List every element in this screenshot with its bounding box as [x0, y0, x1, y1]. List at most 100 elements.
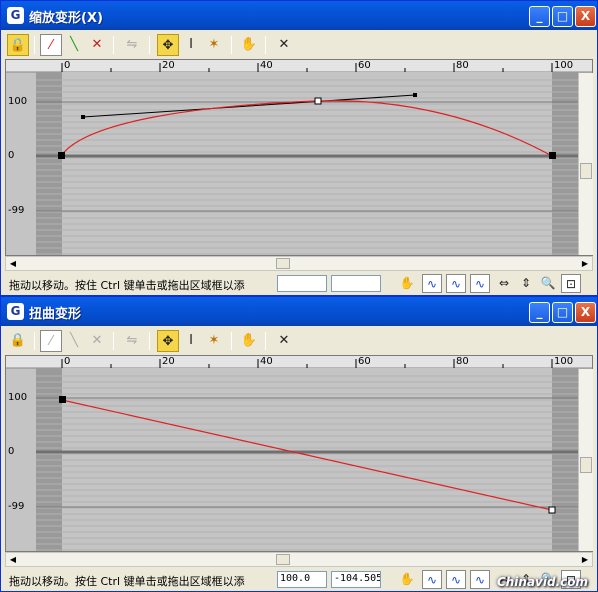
maximize-button[interactable]: □: [552, 302, 573, 323]
divider: [149, 36, 150, 54]
scroll-right-icon[interactable]: ▶: [578, 257, 592, 270]
window-title: 缩放变形(X): [29, 11, 103, 26]
pan-icon[interactable]: ✋: [397, 570, 417, 589]
divider: [265, 36, 266, 54]
minimize-button[interactable]: _: [529, 302, 550, 323]
scroll-thumb[interactable]: [276, 258, 290, 269]
ruler-label: 20: [162, 356, 175, 367]
y-axis-label: 0: [8, 446, 15, 457]
move-control-point-icon[interactable]: ✥: [157, 330, 179, 352]
ruler-label: 80: [456, 60, 469, 71]
divider: [34, 36, 35, 54]
horizontal-scrollbar[interactable]: ◀ ▶: [5, 552, 593, 567]
window-title: 扭曲变形: [29, 307, 82, 322]
zoom-vertical-icon[interactable]: ⇕: [516, 274, 536, 293]
scroll-left-icon[interactable]: ◀: [6, 553, 20, 566]
status-bar: 拖动以移动。按住 Ctrl 键单击或拖出区域框以添 ✋ ∿ ∿ ∿ ⇔ ⇕ 🔍 …: [5, 273, 595, 295]
y-axis-label: 100: [8, 96, 28, 107]
3ds-max-logo-icon: G: [7, 303, 24, 320]
watermark: Chinavid.com: [496, 575, 588, 589]
scroll-left-icon[interactable]: ◀: [6, 257, 20, 270]
divider: [231, 36, 232, 54]
display-x-axis-icon[interactable]: ⁄: [40, 34, 62, 56]
move-control-point-icon[interactable]: ✥: [157, 34, 179, 56]
y-axis-label: 100: [8, 392, 28, 403]
frame-field[interactable]: 100.0: [277, 571, 327, 588]
vertical-scrollbar[interactable]: [579, 369, 593, 551]
deformation-graph[interactable]: 0 20 40 60 80 100 100 0 -99: [5, 355, 593, 552]
display-y-axis-icon: ╲: [70, 333, 78, 348]
scale-deformation-window: G 缩放变形(X) _ □ X 🔒 ⁄ ╲ ✕ ⇋ ✥ I ✶ ✋ ✕ 0 20…: [0, 0, 598, 296]
frame-field[interactable]: [277, 275, 327, 292]
y-axis-label: -99: [8, 205, 25, 216]
zoom-extents-icon[interactable]: ∿: [422, 274, 442, 293]
title-bar[interactable]: G 缩放变形(X) _ □ X: [1, 1, 597, 30]
minimize-button[interactable]: _: [529, 6, 550, 27]
divider: [231, 332, 232, 350]
divider: [34, 332, 35, 350]
lock-aspect-icon[interactable]: 🔒: [7, 34, 29, 56]
display-y-axis-icon[interactable]: ╲: [63, 34, 85, 56]
delete-control-point-icon[interactable]: ✋: [238, 330, 260, 352]
status-text: 拖动以移动。按住 Ctrl 键单击或拖出区域框以添: [9, 279, 245, 292]
display-xy-axes-icon: ✕: [91, 333, 103, 348]
insert-point-icon[interactable]: ✶: [203, 34, 225, 56]
y-axis-label: 0: [8, 150, 15, 161]
zoom-vertical-extents-icon[interactable]: ∿: [470, 570, 490, 589]
zoom-region-icon[interactable]: ⊡: [561, 274, 581, 293]
reset-curve-icon[interactable]: ✕: [273, 34, 295, 56]
zoom-horizontal-extents-icon[interactable]: ∿: [446, 274, 466, 293]
divider: [113, 332, 114, 350]
divider: [113, 36, 114, 54]
ruler-label: 80: [456, 356, 469, 367]
value-field[interactable]: -104.505: [331, 571, 381, 588]
horizontal-scrollbar[interactable]: ◀ ▶: [5, 256, 593, 271]
ruler-label: 100: [554, 356, 574, 367]
status-text: 拖动以移动。按住 Ctrl 键单击或拖出区域框以添: [9, 575, 245, 588]
reset-curve-icon[interactable]: ✕: [273, 330, 295, 352]
close-button[interactable]: X: [575, 302, 596, 323]
scroll-thumb[interactable]: [276, 554, 290, 565]
zoom-icon[interactable]: 🔍: [538, 274, 558, 293]
close-button[interactable]: X: [575, 6, 596, 27]
title-bar[interactable]: G 扭曲变形 _ □ X: [1, 297, 597, 326]
zoom-vertical-extents-icon[interactable]: ∿: [470, 274, 490, 293]
insert-point-icon[interactable]: ✶: [203, 330, 225, 352]
divider: [149, 332, 150, 350]
display-x-axis-icon: ⁄: [40, 330, 62, 352]
swap-curves-icon[interactable]: ⇋: [121, 34, 143, 56]
y-axis-label: -99: [8, 501, 25, 512]
scroll-thumb[interactable]: [580, 457, 592, 473]
ruler-label: 0: [64, 60, 71, 71]
zoom-horizontal-extents-icon[interactable]: ∿: [446, 570, 466, 589]
ruler-label: 100: [554, 60, 574, 71]
twist-deformation-window: G 扭曲变形 _ □ X 🔒 ⁄ ╲ ✕ ⇋ ✥ I ✶ ✋ ✕ 0 20 40…: [0, 296, 598, 592]
ruler-label: 60: [358, 356, 371, 367]
zoom-horizontal-icon[interactable]: ⇔: [494, 274, 514, 293]
toolbar: 🔒 ⁄ ╲ ✕ ⇋ ✥ I ✶ ✋ ✕: [3, 31, 595, 58]
ruler-label: 20: [162, 60, 175, 71]
ruler-label: 0: [64, 356, 71, 367]
swap-curves-icon: ⇋: [126, 333, 138, 348]
graph-canvas: [6, 356, 592, 551]
pan-icon[interactable]: ✋: [397, 274, 417, 293]
ruler-label: 40: [260, 60, 273, 71]
ruler-label: 60: [358, 60, 371, 71]
ruler-label: 40: [260, 356, 273, 367]
deformation-graph[interactable]: 0 20 40 60 80 100 100 0 -99: [5, 59, 593, 256]
maximize-button[interactable]: □: [552, 6, 573, 27]
3ds-max-logo-icon: G: [7, 7, 24, 24]
scale-control-point-icon[interactable]: I: [180, 34, 202, 56]
divider: [265, 332, 266, 350]
display-xy-axes-icon[interactable]: ✕: [86, 34, 108, 56]
toolbar: 🔒 ⁄ ╲ ✕ ⇋ ✥ I ✶ ✋ ✕: [3, 327, 595, 354]
scroll-thumb[interactable]: [580, 163, 592, 179]
zoom-extents-icon[interactable]: ∿: [422, 570, 442, 589]
scroll-right-icon[interactable]: ▶: [578, 553, 592, 566]
value-field[interactable]: [331, 275, 381, 292]
lock-aspect-icon: 🔒: [9, 333, 27, 348]
scale-control-point-icon[interactable]: I: [180, 330, 202, 352]
graph-canvas: [6, 60, 592, 255]
delete-control-point-icon[interactable]: ✋: [238, 34, 260, 56]
vertical-scrollbar[interactable]: [579, 73, 593, 255]
